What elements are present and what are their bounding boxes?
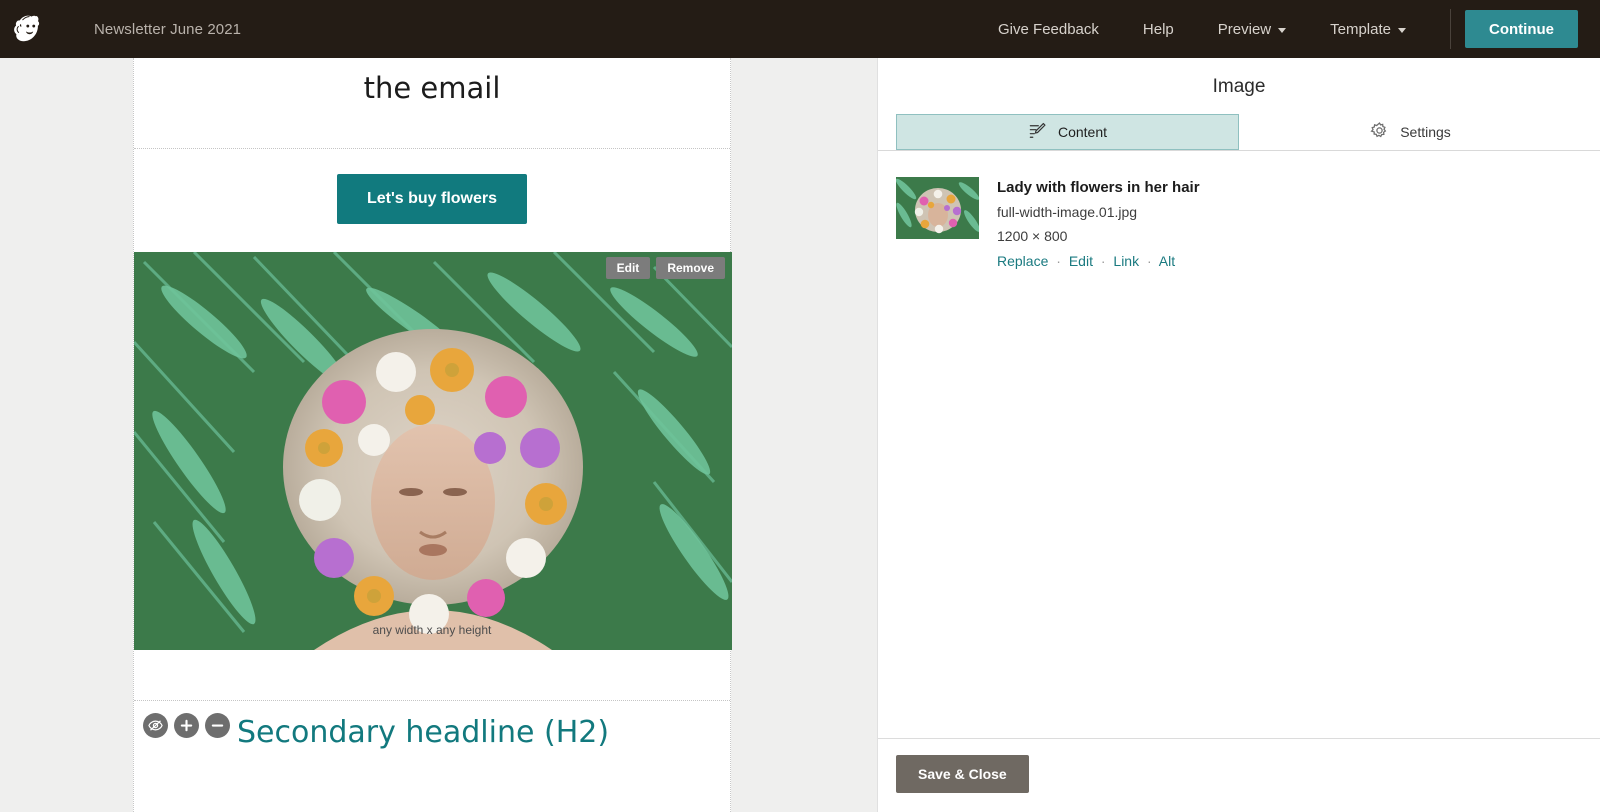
nav-divider	[1450, 9, 1451, 49]
media-info: Lady with flowers in her hair full-width…	[997, 177, 1200, 269]
nav-give-feedback[interactable]: Give Feedback	[976, 0, 1121, 58]
top-navigation-bar: Newsletter June 2021 Give Feedback Help …	[0, 0, 1600, 58]
replace-link[interactable]: Replace	[997, 253, 1048, 269]
hero-image[interactable]	[134, 251, 732, 650]
nav-template[interactable]: Template	[1308, 0, 1428, 58]
chevron-down-icon	[1278, 27, 1287, 33]
panel-body: Lady with flowers in her hair full-width…	[878, 151, 1600, 738]
pencil-lines-icon	[1028, 121, 1047, 143]
image-edit-button[interactable]: Edit	[605, 256, 651, 279]
nav-help-label: Help	[1142, 20, 1174, 38]
tab-settings-label: Settings	[1400, 124, 1451, 140]
block-tools	[143, 712, 230, 738]
workspace: the email Let's buy flowers Edit Remove …	[0, 58, 1600, 812]
nav-help[interactable]: Help	[1121, 0, 1196, 58]
heading-block[interactable]: Secondary headline (H2)	[134, 701, 730, 790]
tab-settings[interactable]: Settings	[1239, 114, 1582, 150]
edit-link[interactable]: Edit	[1069, 253, 1093, 269]
media-item-row: Lady with flowers in her hair full-width…	[896, 177, 1580, 269]
image-size-watermark: any width x any height	[372, 622, 492, 637]
cta-buy-flowers-button[interactable]: Let's buy flowers	[336, 173, 528, 224]
spacer-block	[134, 650, 730, 700]
continue-button[interactable]: Continue	[1465, 10, 1578, 48]
image-overlay-actions: Edit Remove	[605, 256, 725, 279]
action-separator: ·	[1146, 253, 1152, 269]
nav-template-label: Template	[1330, 20, 1391, 38]
hide-eye-icon[interactable]	[143, 712, 168, 738]
action-separator: ·	[1056, 253, 1061, 269]
plus-icon[interactable]	[174, 712, 199, 738]
chevron-down-icon	[1398, 27, 1406, 33]
campaign-title: Newsletter June 2021	[94, 20, 242, 38]
nav-give-feedback-label: Give Feedback	[998, 20, 1099, 38]
mailchimp-logo[interactable]	[0, 0, 58, 58]
media-title: Lady with flowers in her hair	[997, 179, 1200, 196]
button-block[interactable]: Let's buy flowers	[134, 149, 730, 252]
text-block[interactable]: the email	[134, 58, 730, 148]
link-link[interactable]: Link	[1113, 253, 1139, 269]
image-settings-panel: Image Content Settings Lady with flowers…	[877, 58, 1600, 812]
media-action-links: Replace · Edit · Link · Alt	[997, 253, 1200, 269]
action-separator: ·	[1100, 253, 1106, 269]
gear-icon	[1370, 121, 1389, 143]
alt-link[interactable]: Alt	[1159, 253, 1175, 269]
nav-preview-label: Preview	[1217, 20, 1272, 38]
image-remove-button[interactable]: Remove	[656, 256, 725, 279]
minus-icon[interactable]	[205, 712, 230, 738]
media-filename: full-width-image.01.jpg	[997, 204, 1138, 220]
tab-content[interactable]: Content	[896, 114, 1239, 150]
tab-content-label: Content	[1057, 124, 1108, 140]
panel-title: Image	[1212, 76, 1266, 97]
email-canvas: the email Let's buy flowers Edit Remove …	[133, 58, 732, 812]
media-thumbnail[interactable]	[896, 177, 979, 239]
nav-preview[interactable]: Preview	[1196, 0, 1308, 58]
save-and-close-button[interactable]: Save & Close	[896, 755, 1029, 793]
top-nav-actions: Give Feedback Help Preview Template Cont…	[976, 0, 1600, 58]
email-canvas-area: the email Let's buy flowers Edit Remove …	[0, 58, 877, 812]
panel-tab-bar: Content Settings	[878, 114, 1600, 151]
headline-partial-text: the email	[363, 71, 501, 105]
panel-footer: Save & Close	[878, 738, 1600, 812]
image-block[interactable]: Edit Remove any width x any height	[134, 251, 732, 650]
media-dimensions: 1200 × 800	[997, 228, 1068, 244]
